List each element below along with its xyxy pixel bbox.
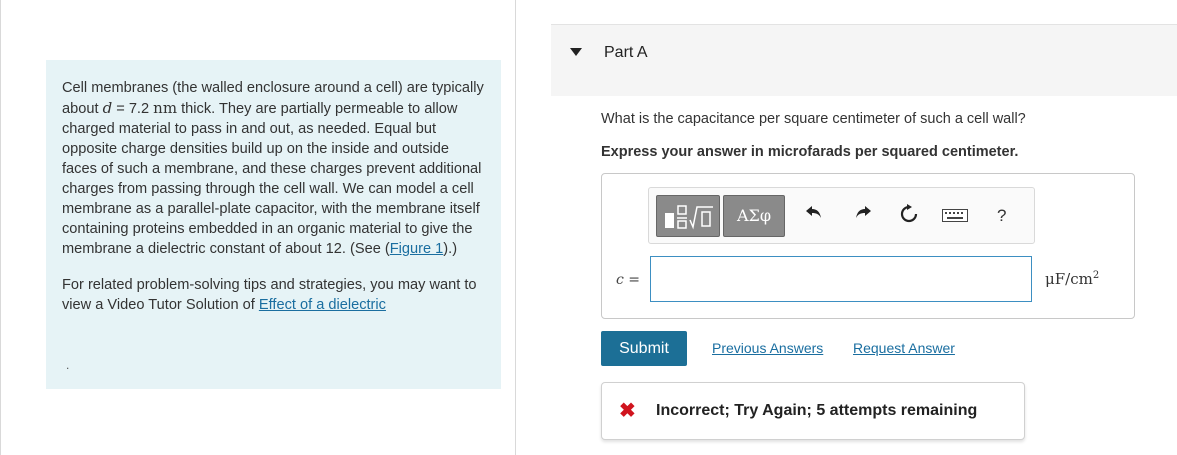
- previous-answers-link[interactable]: Previous Answers: [712, 340, 823, 356]
- undo-icon[interactable]: [805, 204, 823, 225]
- answer-input[interactable]: [650, 256, 1032, 302]
- problem-statement: Cell membranes (the walled enclosure aro…: [46, 60, 501, 389]
- variable-c: c: [616, 272, 624, 288]
- trailing-dot: .: [66, 358, 70, 372]
- problem-paragraph-1: Cell membranes (the walled enclosure aro…: [62, 78, 485, 259]
- submit-button[interactable]: Submit: [601, 331, 687, 366]
- collapse-caret-icon[interactable]: [570, 48, 582, 56]
- problem-text-end: ).): [443, 241, 458, 257]
- figure-1-link[interactable]: Figure 1: [390, 241, 444, 257]
- video-tutor-link[interactable]: Effect of a dielectric: [259, 297, 386, 313]
- feedback-text: Incorrect; Try Again; 5 attempts remaini…: [656, 402, 978, 419]
- problem-paragraph-2: For related problem-solving tips and str…: [62, 275, 485, 315]
- answer-variable-label: c =: [616, 272, 640, 288]
- keyboard-icon[interactable]: [942, 207, 968, 228]
- question-text: What is the capacitance per square centi…: [601, 111, 1026, 127]
- problem-text-cont: thick. They are partially permeable to a…: [62, 101, 482, 257]
- request-answer-link[interactable]: Request Answer: [853, 340, 955, 356]
- unit-base: μF/cm: [1045, 270, 1093, 288]
- reset-icon[interactable]: [899, 204, 919, 229]
- greek-symbols-button[interactable]: ΑΣφ: [723, 195, 785, 237]
- x-mark-icon: ✖: [619, 400, 636, 422]
- equals-sign: =: [628, 272, 641, 288]
- part-title[interactable]: Part A: [604, 44, 648, 62]
- variable-d: d: [102, 99, 113, 117]
- equals-value: = 7.2: [112, 101, 154, 117]
- unit-nm: nm: [153, 99, 178, 117]
- unit-exponent: 2: [1092, 270, 1100, 281]
- answer-unit: μF/cm2: [1045, 270, 1099, 288]
- help-button[interactable]: ?: [997, 206, 1006, 226]
- instruction-text: Express your answer in microfarads per s…: [601, 144, 1019, 160]
- redo-icon[interactable]: [854, 204, 872, 225]
- fraction-sqrt-template-icon[interactable]: [656, 195, 720, 237]
